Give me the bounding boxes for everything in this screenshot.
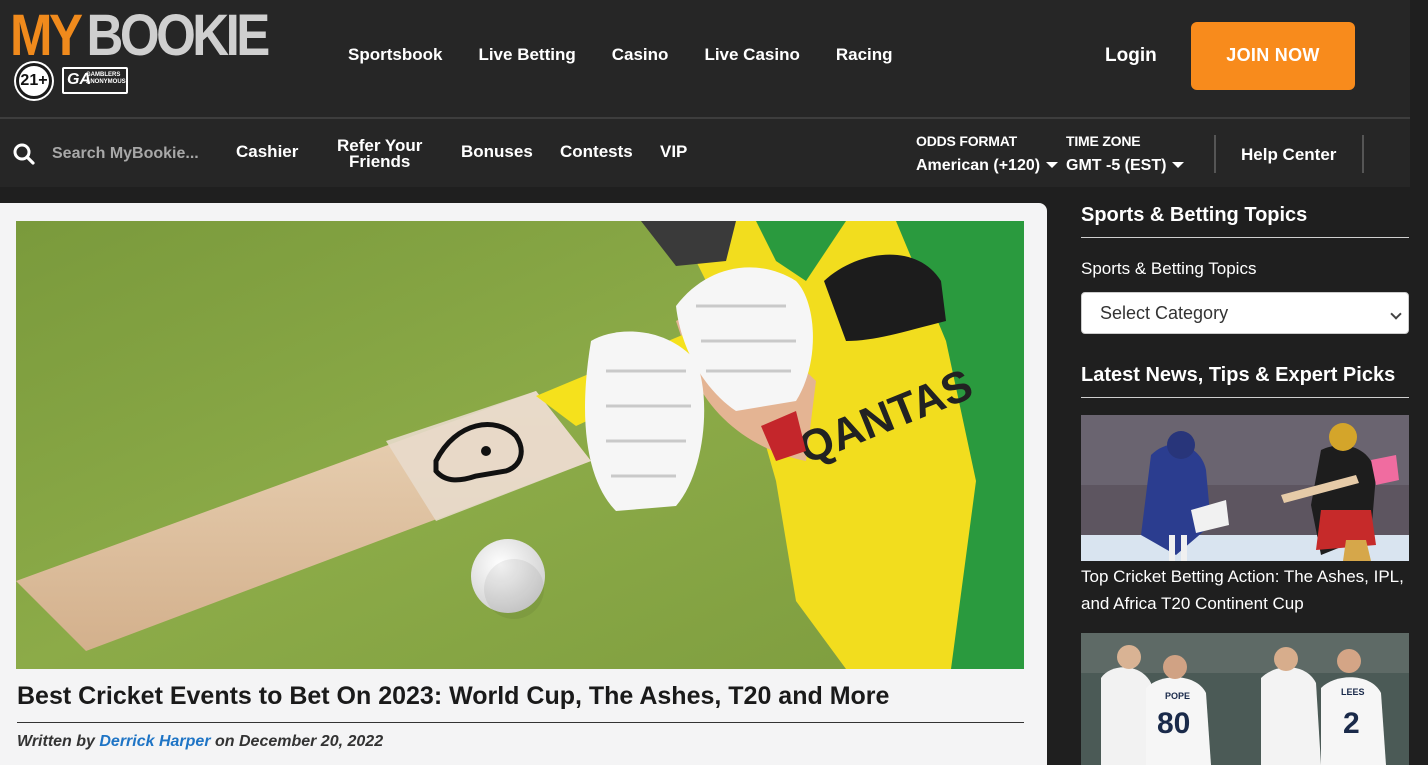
caret-down-icon (1046, 161, 1059, 168)
search-input[interactable] (52, 141, 212, 167)
logo-my: MY (10, 3, 83, 68)
article-byline: Written by Derrick Harper on December 20… (17, 733, 383, 751)
logo-bookie: BOOKIE (86, 3, 271, 68)
byline-prefix: Written by (17, 733, 100, 750)
author-link[interactable]: Derrick Harper (99, 733, 210, 750)
time-zone-selector[interactable]: TIME ZONE GMT -5 (EST) (1066, 133, 1185, 175)
secondary-nav: Cashier Refer Your Friends Bonuses Conte… (0, 117, 1410, 187)
login-link[interactable]: Login (1105, 45, 1157, 67)
chevron-down-icon (1390, 308, 1402, 320)
page-scrollbar[interactable] (1410, 0, 1428, 765)
time-zone-text: GMT -5 (EST) (1066, 157, 1167, 174)
category-select-value: Select Category (1100, 303, 1229, 323)
news-item-title[interactable]: Top Cricket Betting Action: The Ashes, I… (1081, 563, 1409, 617)
divider (1362, 135, 1364, 173)
nav-contests[interactable]: Contests (560, 143, 633, 160)
search-icon[interactable] (13, 143, 35, 165)
top-header: MY BOOKIE 21+ GA GAMBLERS ANONYMOUS Sports… (0, 0, 1428, 117)
odds-format-value: American (+120) (916, 157, 1059, 175)
article-title[interactable]: Best Cricket Events to Bet On 2023: Worl… (17, 682, 1024, 723)
logo-wordmark: MY BOOKIE (10, 3, 271, 68)
gamblers-anonymous-badge: GA GAMBLERS ANONYMOUS (62, 67, 128, 94)
article-card: QANTAS Best Cricket Events to Bet On 202… (0, 203, 1047, 765)
nav-vip[interactable]: VIP (660, 143, 687, 160)
odds-format-selector[interactable]: ODDS FORMAT American (+120) (916, 133, 1059, 175)
nav-live-casino[interactable]: Live Casino (704, 44, 799, 66)
topics-label: Sports & Betting Topics (1081, 259, 1257, 278)
ga-badge-subtext: GAMBLERS ANONYMOUS (86, 72, 126, 85)
odds-format-text: American (+120) (916, 157, 1041, 174)
main-nav: Sportsbook Live Betting Casino Live Casi… (348, 44, 929, 66)
nav-refer-friends[interactable]: Refer Your Friends (337, 137, 422, 171)
mybookie-logo[interactable]: MY BOOKIE 21+ GA GAMBLERS ANONYMOUS (10, 6, 270, 102)
article-hero-image[interactable]: QANTAS (16, 221, 1024, 669)
news-thumbnail-cricket-england[interactable]: 80 POPE 2 LEES (1081, 633, 1409, 765)
svg-text:POPE: POPE (1165, 691, 1190, 701)
time-zone-label: TIME ZONE (1066, 133, 1141, 149)
nav-casino[interactable]: Casino (612, 44, 669, 66)
help-center-link[interactable]: Help Center (1241, 145, 1336, 165)
nav-cashier[interactable]: Cashier (236, 143, 298, 160)
time-zone-value: GMT -5 (EST) (1066, 157, 1185, 175)
refer-line-2: Friends (348, 152, 411, 171)
topics-heading: Sports & Betting Topics (1081, 204, 1409, 238)
byline-date: on December 20, 2022 (210, 733, 384, 750)
age-21-badge: 21+ (16, 63, 52, 99)
svg-text:LEES: LEES (1341, 687, 1365, 697)
svg-text:80: 80 (1157, 707, 1190, 740)
divider (1214, 135, 1216, 173)
nav-live-betting[interactable]: Live Betting (478, 44, 575, 66)
svg-text:2: 2 (1343, 707, 1360, 740)
category-select[interactable]: Select Category (1081, 292, 1409, 334)
latest-news-heading: Latest News, Tips & Expert Picks (1081, 364, 1409, 398)
join-now-button[interactable]: JOIN NOW (1191, 22, 1355, 90)
caret-down-icon (1172, 161, 1185, 168)
odds-format-label: ODDS FORMAT (916, 133, 1017, 149)
news-thumbnail-cricket-ipl[interactable] (1081, 415, 1409, 561)
nav-racing[interactable]: Racing (836, 44, 893, 66)
nav-sportsbook[interactable]: Sportsbook (348, 44, 442, 66)
nav-bonuses[interactable]: Bonuses (461, 143, 533, 160)
